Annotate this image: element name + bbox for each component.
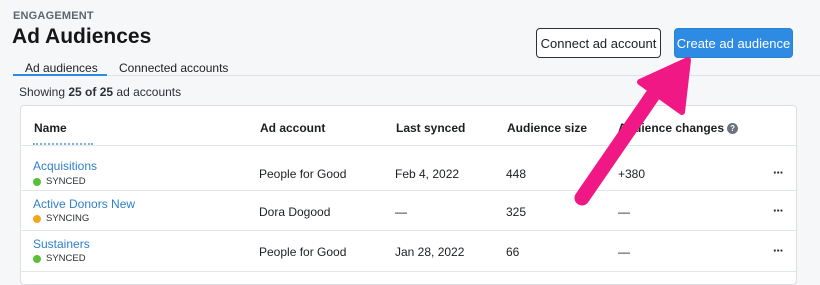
status-label: SYNCED	[46, 253, 86, 264]
page-title: Ad Audiences	[12, 25, 152, 48]
column-header-last-synced[interactable]: Last synced	[396, 121, 465, 135]
audience-name-link[interactable]: Acquisitions	[33, 159, 97, 173]
column-header-audience-size[interactable]: Audience size	[507, 121, 587, 135]
audiences-table: Name Ad account Last synced Audience siz…	[20, 105, 797, 285]
ad-account-cell: People for Good	[259, 245, 347, 259]
table-row: Acquisitions SYNCED People for Good Feb …	[21, 143, 796, 191]
last-synced-cell: —	[395, 205, 407, 219]
results-number: 25 of 25	[68, 85, 114, 99]
last-synced-cell: Jan 28, 2022	[395, 245, 465, 259]
status-label: SYNCED	[46, 176, 86, 187]
eyebrow-label: ENGAGEMENT	[13, 10, 94, 22]
tab-bar: Ad audiences Connected accounts	[13, 60, 820, 76]
results-prefix: Showing	[19, 85, 69, 99]
results-suffix: ad accounts	[113, 85, 182, 99]
column-header-name[interactable]: Name	[34, 121, 67, 135]
connect-ad-account-button[interactable]: Connect ad account	[536, 28, 661, 58]
audience-size-cell: 66	[506, 245, 520, 259]
create-ad-audience-button[interactable]: Create ad audience	[674, 28, 793, 58]
audience-changes-label: Audience changes	[618, 121, 725, 135]
results-count: Showing 25 of 25 ad accounts	[19, 85, 181, 99]
scroll-cut-text	[33, 143, 93, 147]
audience-size-cell: 325	[506, 205, 527, 219]
help-icon[interactable]: ?	[727, 123, 739, 134]
status-label: SYNCING	[46, 213, 90, 224]
more-actions-icon[interactable]: ···	[773, 203, 784, 218]
more-actions-icon[interactable]: ···	[773, 243, 784, 258]
audience-name-link[interactable]: Active Donors New	[33, 197, 135, 211]
status-badge: SYNCING	[33, 213, 89, 224]
column-header-ad-account[interactable]: Ad account	[260, 121, 325, 135]
tab-ad-audiences[interactable]: Ad audiences	[13, 61, 107, 76]
syncing-dot-icon	[33, 214, 41, 223]
audience-changes-cell: —	[618, 245, 630, 259]
status-badge: SYNCED	[33, 253, 86, 264]
more-actions-icon[interactable]: ···	[773, 165, 784, 180]
audience-name-link[interactable]: Sustainers	[33, 237, 90, 251]
last-synced-cell: Feb 4, 2022	[395, 167, 460, 181]
synced-dot-icon	[33, 177, 41, 186]
status-badge: SYNCED	[33, 176, 86, 187]
audience-changes-cell: —	[618, 205, 630, 219]
tab-connected-accounts[interactable]: Connected accounts	[119, 61, 228, 75]
ad-account-cell: People for Good	[259, 167, 347, 181]
audience-size-cell: 448	[506, 167, 527, 181]
column-header-audience-changes[interactable]: Audience changes?	[618, 121, 739, 135]
audience-changes-cell: +380	[618, 167, 646, 181]
table-row: Sustainers SYNCED People for Good Jan 28…	[21, 232, 796, 272]
table-header: Name Ad account Last synced Audience siz…	[21, 106, 796, 146]
synced-dot-icon	[33, 254, 41, 263]
table-row: Active Donors New SYNCING Dora Dogood — …	[21, 192, 796, 231]
ad-account-cell: Dora Dogood	[259, 205, 331, 219]
